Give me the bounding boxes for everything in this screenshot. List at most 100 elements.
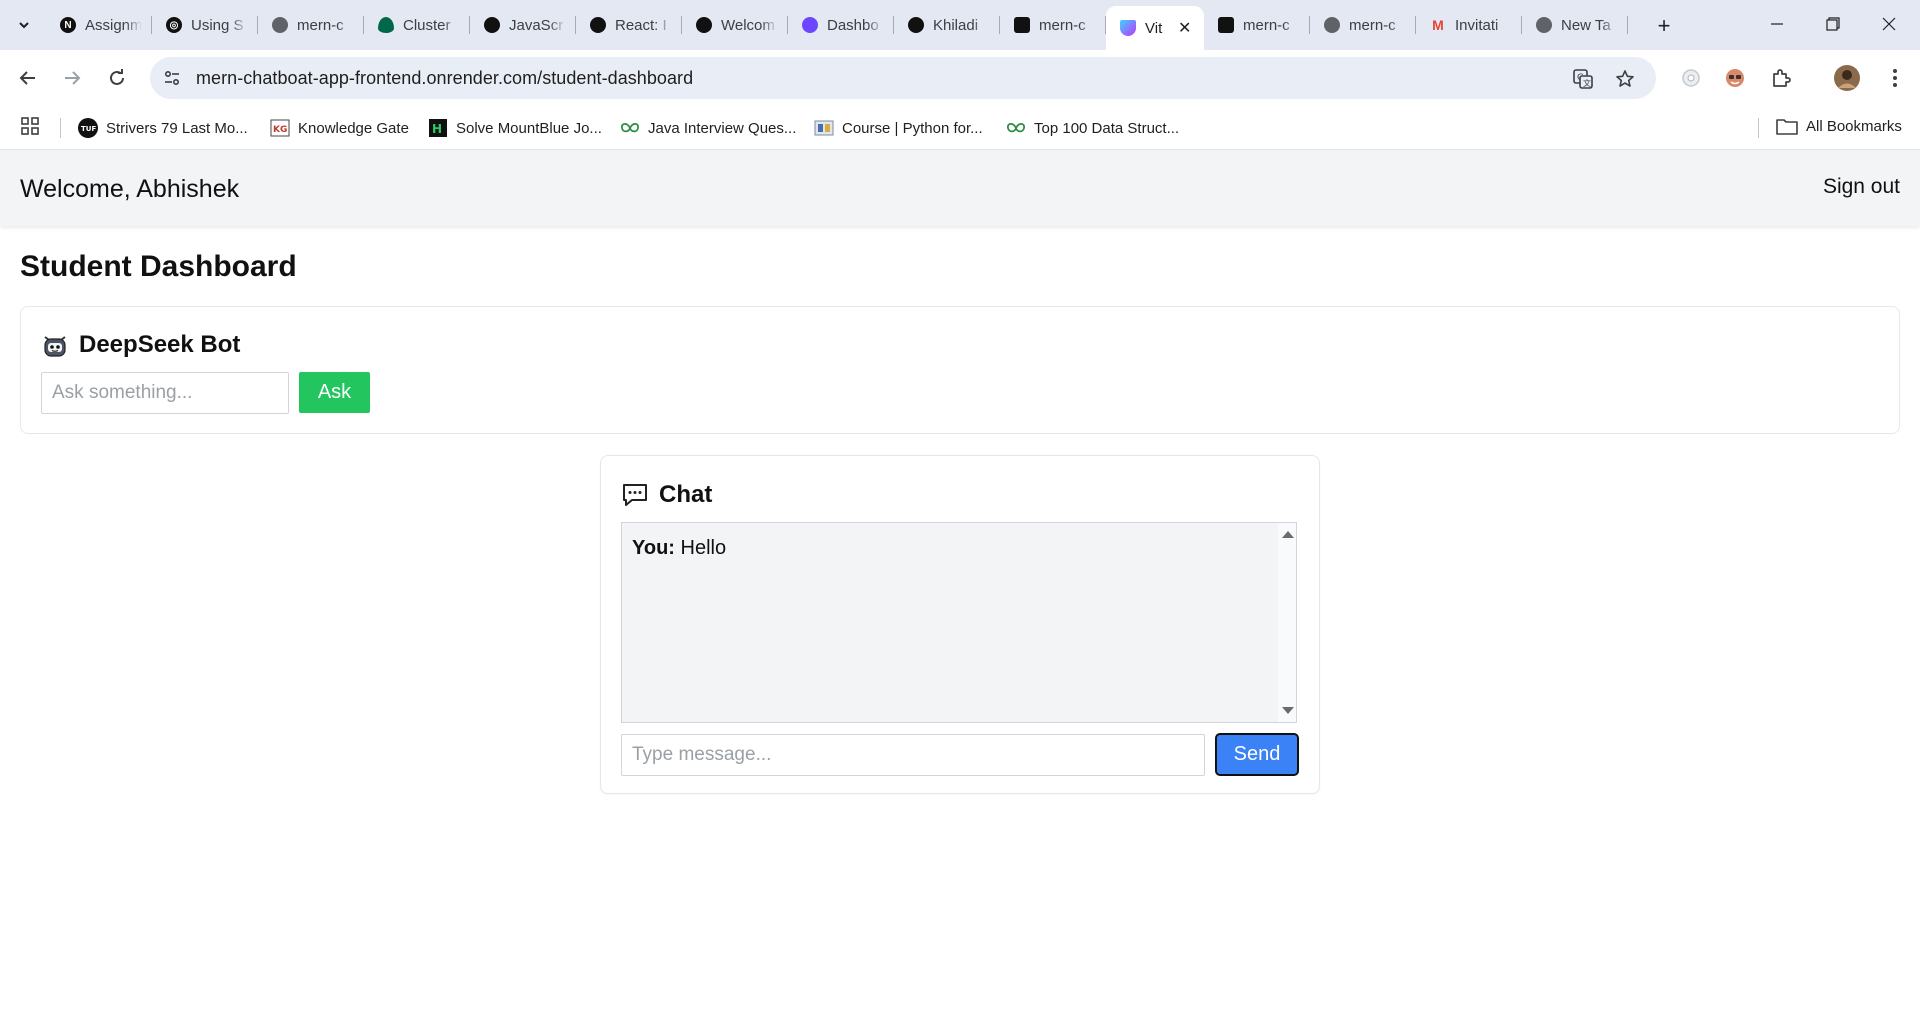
tab[interactable]: ◎ Using S [152,6,258,44]
extension-icon-1[interactable] [1676,63,1706,93]
bookmark-label: Top 100 Data Struct... [1034,119,1180,137]
tab[interactable]: Khiladi [894,6,1000,44]
all-bookmarks-label: All Bookmarks [1806,117,1902,135]
sign-out-button[interactable]: Sign out [1823,175,1900,199]
message-input[interactable] [621,734,1205,776]
extension-icon-2[interactable] [1720,63,1750,93]
github-icon [908,17,924,33]
bookmark-star-icon[interactable] [1612,66,1638,92]
url-text[interactable]: mern-chatboat-app-frontend.onrender.com/… [196,68,693,89]
course-icon [814,119,834,137]
gfg-icon [1006,119,1026,137]
plus-icon: + [1657,13,1671,38]
gfg-icon [620,119,640,137]
close-tab-icon[interactable]: ✕ [1178,18,1194,38]
arrow-left-icon [19,71,35,85]
scroll-up-arrow-icon[interactable] [1282,531,1294,538]
notion-icon: N [60,17,76,33]
tab[interactable]: N Assignm [46,6,152,44]
tab-search-button[interactable] [8,10,40,40]
tab[interactable]: Welcom [682,6,788,44]
bookmark-strivers[interactable]: TUF Strivers 79 Last Mo... [78,117,248,139]
openai-icon: ◎ [166,17,182,33]
render-icon [1218,17,1234,33]
reload-button[interactable] [101,62,133,94]
tuf-icon: TUF [78,118,98,138]
minimize-icon [1771,23,1783,25]
chat-messages[interactable]: You: Hello [621,522,1297,723]
tab[interactable]: JavaScr [470,6,576,44]
folder-icon [1776,119,1798,135]
globe-icon [272,17,288,33]
clerk-icon [802,17,818,33]
all-bookmarks-button[interactable]: All Bookmarks [1776,117,1902,135]
chat-scrollbar[interactable] [1278,523,1296,722]
tab-strip: N Assignm ◎ Using S mern-c Cluster JavaScr Reac… [0,0,1920,50]
chat-heading: Chat [621,481,712,509]
hackerrank-icon: H [428,119,448,137]
tab[interactable]: M Invitati [1416,6,1522,44]
tab[interactable]: mern-c [1310,6,1416,44]
apps-grid-icon[interactable] [20,116,44,140]
extensions-puzzle-icon[interactable] [1766,63,1796,93]
tab-title: mern-c [1039,16,1086,34]
bookmark-mountblue[interactable]: H Solve MountBlue Jo... [428,117,602,139]
robot-icon [44,336,66,357]
chevron-down-icon [19,22,29,29]
bot-title: DeepSeek Bot [79,331,241,358]
gmail-icon: M [1432,17,1444,33]
close-window-button[interactable] [1866,8,1912,40]
bookmarks-separator [60,118,61,138]
tab-title: Vit [1145,19,1163,37]
browser-menu-icon[interactable] [1880,63,1910,93]
tab[interactable]: Vit ✕ [1106,6,1204,50]
reload-icon [110,69,124,85]
tab-title: Invitati [1455,16,1499,34]
bookmark-knowledge-gate[interactable]: KG Knowledge Gate [270,117,409,139]
bookmark-top-100[interactable]: Top 100 Data Struct... [1006,117,1179,139]
bookmark-label: Java Interview Ques... [648,119,797,137]
bookmark-python-course[interactable]: Course | Python for... [814,117,983,139]
chrome-icon [1536,17,1552,33]
tab-title: Assignm [85,16,142,34]
restore-button[interactable] [1810,8,1856,40]
chat-card: Chat You: Hello Send [600,455,1320,794]
address-bar[interactable]: mern-chatboat-app-frontend.onrender.com/… [150,57,1656,99]
tab-title: mern-c [1349,16,1396,34]
bookmark-java-interview[interactable]: Java Interview Ques... [620,117,796,139]
scroll-down-arrow-icon[interactable] [1282,707,1294,714]
svg-text:KG: KG [273,125,287,135]
translate-icon[interactable]: G文 [1570,66,1596,92]
tab-title: Cluster [403,16,451,34]
app-header: Welcome, Abhishek Sign out [0,150,1920,226]
minimize-button[interactable] [1754,8,1800,40]
bookmarks-separator [1758,118,1759,138]
tab[interactable]: mern-c [1204,6,1310,44]
back-button[interactable] [12,62,44,94]
chat-bubble-icon [623,484,647,506]
tab[interactable]: New Ta [1522,6,1628,44]
page-content: Welcome, Abhishek Sign out Student Dashb… [0,150,1920,1030]
ask-button[interactable]: Ask [299,372,370,413]
browser-toolbar: mern-chatboat-app-frontend.onrender.com/… [0,50,1920,106]
forward-button[interactable] [56,62,88,94]
tab-title: React: I [615,16,667,34]
tab[interactable]: mern-c [1000,6,1106,44]
tab[interactable]: mern-c [258,6,364,44]
site-info-icon[interactable] [160,66,184,90]
tab[interactable]: Dashbo [788,6,894,44]
tab[interactable]: Cluster [364,6,470,44]
kg-icon: KG [270,119,290,137]
profile-avatar[interactable] [1832,63,1862,93]
tab-title: mern-c [1243,16,1290,34]
new-tab-button[interactable]: + [1650,12,1678,40]
ask-input[interactable] [41,372,289,414]
send-button[interactable]: Send [1215,733,1299,776]
message-sender: You: [632,537,675,559]
tab-title: Dashbo [827,16,879,34]
mongodb-leaf-icon [378,17,394,33]
tab[interactable]: React: I [576,6,682,44]
tab-title: JavaScr [509,16,564,34]
bookmark-label: Knowledge Gate [298,119,409,137]
close-icon [1882,17,1896,31]
